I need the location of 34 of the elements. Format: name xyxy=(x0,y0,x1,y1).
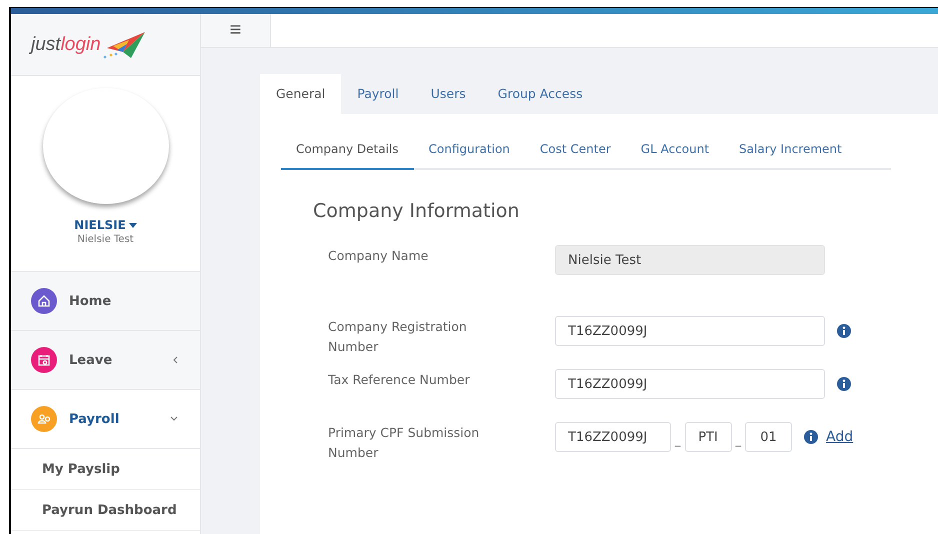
tab[interactable]: Configuration xyxy=(414,134,525,170)
user-menu[interactable]: NIELSIE xyxy=(74,218,137,232)
tab[interactable]: Users xyxy=(414,74,482,114)
field-label: Company Name xyxy=(328,247,430,265)
separator: _ xyxy=(736,434,741,446)
tab[interactable]: Salary Increment xyxy=(724,134,857,170)
tab[interactable]: Company Details xyxy=(281,134,414,170)
add-link[interactable]: Add xyxy=(826,429,854,445)
info-icon[interactable] xyxy=(804,430,818,444)
input-field[interactable]: PTI xyxy=(684,422,732,452)
nav-item[interactable]: Leave xyxy=(11,331,200,390)
tab[interactable]: General xyxy=(260,74,342,114)
input-field[interactable]: T16ZZ0099J xyxy=(555,422,671,452)
input-field[interactable]: T16ZZ0099J xyxy=(555,316,825,346)
tab[interactable]: Group Access xyxy=(482,74,599,114)
separator: _ xyxy=(675,434,680,446)
info-icon[interactable] xyxy=(837,324,851,338)
info-icon[interactable] xyxy=(837,377,851,391)
field-label: Primary CPF Submission Number xyxy=(328,424,480,462)
input-field[interactable]: T16ZZ0099J xyxy=(555,369,825,399)
menu-button[interactable]: ≡ xyxy=(201,14,271,47)
logo-text: justlogin xyxy=(31,34,101,56)
tab[interactable]: Cost Center xyxy=(524,134,626,170)
section-title: Company Information xyxy=(313,200,520,222)
paper-plane-icon xyxy=(102,30,147,60)
tab[interactable]: Payroll xyxy=(341,74,415,114)
field-label: Company Registration Number xyxy=(328,318,468,356)
tab[interactable]: GL Account xyxy=(626,134,724,170)
field-label: Tax Reference Number xyxy=(328,371,471,389)
nav-item[interactable]: Home xyxy=(11,272,200,331)
nav-subitem[interactable]: My Payslip xyxy=(11,449,200,490)
nav-subitem[interactable]: Payrun Dashboard xyxy=(11,490,200,531)
full-name: Nielsie Test xyxy=(77,234,134,245)
input-field[interactable]: 01 xyxy=(745,422,792,452)
